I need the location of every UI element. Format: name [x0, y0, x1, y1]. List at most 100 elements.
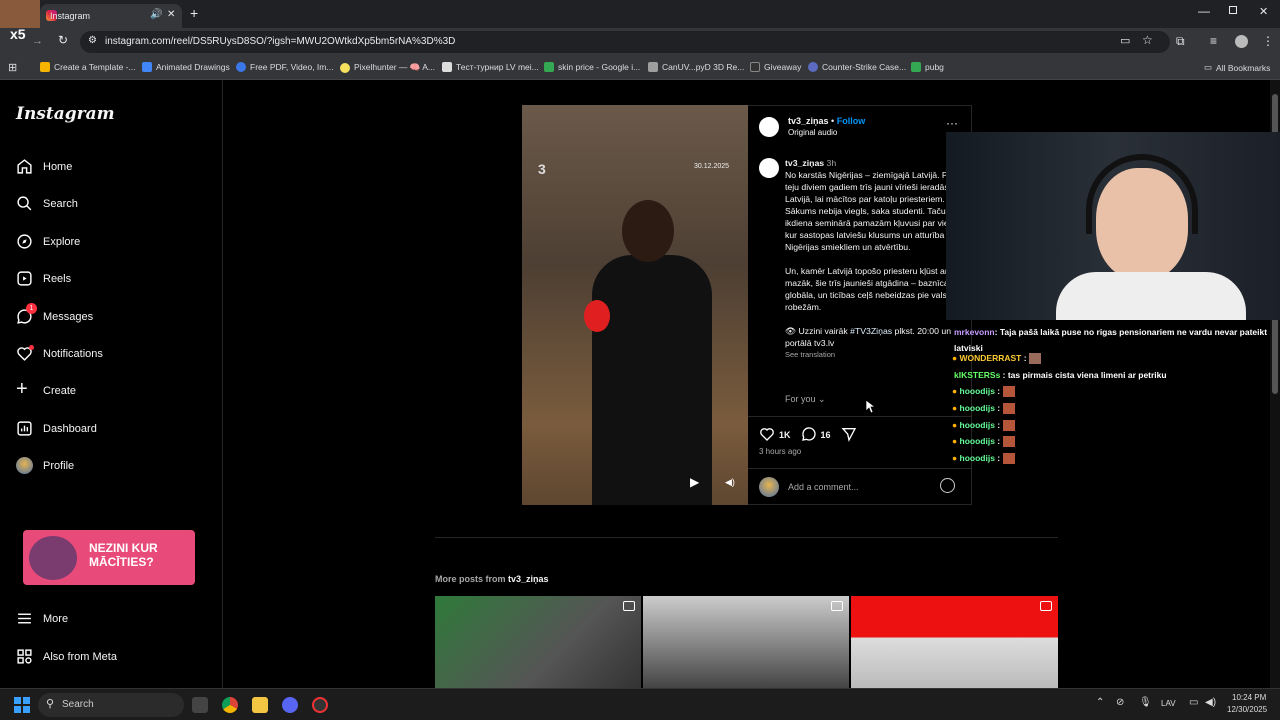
add-comment-input[interactable]: Add a comment...	[788, 482, 859, 492]
clock-date[interactable]: 12/30/2025	[1227, 705, 1267, 714]
tv3-watermark: 3	[538, 161, 546, 177]
bookmark-item[interactable]: Create a Template -...	[40, 62, 136, 72]
nav-create[interactable]: + Create	[16, 378, 76, 400]
bookmark-item[interactable]: Animated Drawings	[142, 62, 230, 72]
network-icon[interactable]: ▭	[1189, 697, 1198, 708]
menu-kebab-icon[interactable]: ⋮	[1262, 34, 1274, 48]
bookmark-item[interactable]: pubg	[911, 62, 944, 72]
instagram-logo[interactable]: Instagram	[16, 104, 115, 124]
thumbnail-post[interactable]	[435, 596, 641, 688]
chat-message: kIKSTERSs : tas pirmais cista viena lime…	[954, 370, 1167, 380]
all-bookmarks[interactable]: ▭ All Bookmarks	[1204, 62, 1270, 73]
chrome-icon[interactable]	[222, 697, 238, 713]
minimize-icon[interactable]: —	[1198, 4, 1210, 18]
discord-icon[interactable]	[282, 697, 298, 713]
language-indicator[interactable]: LAV	[1161, 699, 1176, 708]
nav-messages[interactable]: 1 Messages	[16, 303, 93, 325]
windows-taskbar: ⚲ Search ⌃ ⊘ 🎙 LAV ▭ ◀) 10:24 PM 12/30/2…	[0, 688, 1280, 720]
address-bar[interactable]: ⚙ instagram.com/reel/DS5RUysD8SO/?igsh=M…	[80, 31, 1170, 53]
meta-grid-icon	[16, 648, 33, 665]
close-window-icon[interactable]: ✕	[1259, 5, 1268, 18]
file-explorer-icon[interactable]	[252, 697, 268, 713]
mute-icon[interactable]: ◀)	[725, 477, 735, 488]
nav-search[interactable]: Search	[16, 195, 78, 212]
share-icon[interactable]	[841, 426, 857, 444]
folder-icon: ▭	[1204, 62, 1213, 72]
bookmark-item[interactable]: skin price - Google i...	[544, 62, 640, 72]
chat-emote	[1002, 403, 1015, 415]
bookmark-item[interactable]: Тест-турнир LV mei...	[442, 62, 539, 72]
nav-notifications[interactable]: Notifications	[16, 345, 103, 362]
close-tab-icon[interactable]: ✕	[167, 9, 175, 20]
chat-text: :	[994, 436, 1001, 446]
streamer-body	[1056, 272, 1246, 320]
nav-profile[interactable]: Profile	[16, 457, 74, 474]
nav-reels[interactable]: Reels	[16, 270, 71, 287]
back-icon[interactable]: →	[32, 35, 43, 47]
bookmark-star-icon[interactable]: ☆	[1142, 33, 1153, 47]
tray-icon[interactable]: ⊘	[1116, 697, 1124, 708]
action-row: 1K 16	[759, 426, 857, 444]
caption-avatar[interactable]	[759, 158, 779, 178]
new-tab-icon[interactable]: +	[190, 5, 198, 21]
more-options-icon[interactable]: ···	[946, 116, 958, 130]
bookmarks-bar: ⊞ Create a Template -... Animated Drawin…	[0, 56, 1280, 80]
bookmark-item[interactable]: Giveaway	[750, 62, 801, 72]
taskbar-search-box[interactable]: ⚲ Search	[38, 693, 184, 717]
cast-icon[interactable]: ▭	[1120, 34, 1130, 47]
nav-explore[interactable]: Explore	[16, 233, 80, 250]
browser-tab-bar: Instagram 🔊 ✕ + — ✕	[0, 0, 1280, 42]
chat-text: :	[994, 386, 1001, 396]
messenger-icon: 1	[16, 303, 37, 325]
video-date: 30.12.2025	[694, 163, 730, 170]
microphone-icon[interactable]: 🎙	[1139, 697, 1152, 708]
emoji-icon[interactable]	[940, 478, 955, 493]
volume-icon[interactable]: ◀)	[1205, 697, 1216, 708]
apps-grid-icon[interactable]: ⊞	[8, 61, 17, 74]
instagram-sidebar: Instagram Home Search Explore Reels 1 Me…	[0, 80, 223, 688]
nav-also-from-meta[interactable]: Also from Meta	[16, 648, 117, 665]
thumbnail-post[interactable]	[851, 596, 1058, 688]
browser-tab-instagram[interactable]: Instagram 🔊 ✕	[40, 4, 182, 28]
bookmark-item[interactable]: Pixelhunter — 🧠 A...	[340, 62, 435, 73]
media-control-icon[interactable]: ≡	[1210, 34, 1217, 48]
maximize-icon[interactable]	[1229, 6, 1237, 14]
audio-label[interactable]: Original audio	[788, 128, 837, 137]
nav-home[interactable]: Home	[16, 158, 72, 175]
speaker-icon[interactable]: 🔊	[150, 9, 162, 20]
app-icon[interactable]	[312, 697, 328, 713]
nav-label: Explore	[43, 235, 81, 248]
nav-dashboard[interactable]: Dashboard	[16, 420, 97, 437]
url-text[interactable]: instagram.com/reel/DS5RUysD8SO/?igsh=MWU…	[105, 36, 455, 47]
site-info-icon[interactable]: ⚙	[88, 35, 97, 46]
caption-username[interactable]: tv3_ziņas	[785, 158, 824, 168]
tray-chevron-icon[interactable]: ⌃	[1096, 697, 1104, 708]
extensions-icon[interactable]: ⧉	[1176, 34, 1185, 49]
play-icon[interactable]: ▶	[690, 475, 699, 489]
ad-banner[interactable]: NEZINI KUR MĀCĪTIES?	[23, 530, 195, 585]
for-you-dropdown[interactable]: For you ⌄	[785, 394, 826, 405]
author-username[interactable]: tv3_ziņas	[788, 116, 829, 126]
clock-time[interactable]: 10:24 PM	[1232, 693, 1266, 702]
nav-more[interactable]: More	[16, 610, 68, 627]
chat-badge-icon: ●	[952, 386, 958, 396]
plus-icon: +	[16, 378, 28, 400]
thumbnail-post[interactable]	[643, 596, 849, 688]
comment-icon[interactable]	[801, 426, 817, 444]
chat-text: :	[994, 453, 1001, 463]
more-posts-username[interactable]: tv3_ziņas	[508, 574, 549, 584]
like-icon[interactable]	[759, 426, 775, 444]
home-icon	[16, 158, 33, 175]
hashtag-link[interactable]: #TV3Ziņas	[850, 326, 892, 336]
reel-video[interactable]: 3 30.12.2025 ▶ ◀)	[522, 105, 748, 505]
reload-icon[interactable]: ↻	[58, 33, 68, 47]
bookmark-item[interactable]: Free PDF, Video, Im...	[236, 62, 333, 72]
task-view-icon[interactable]	[192, 697, 208, 713]
profile-icon[interactable]	[1235, 35, 1248, 48]
follow-button[interactable]: Follow	[837, 116, 866, 126]
bookmark-item[interactable]: Counter-Strike Case...	[808, 62, 906, 72]
author-avatar[interactable]	[759, 117, 779, 137]
bookmark-item[interactable]: CanUV...pyD 3D Re...	[648, 62, 744, 72]
mouse-cursor	[865, 399, 877, 418]
windows-start-icon[interactable]	[14, 697, 30, 713]
